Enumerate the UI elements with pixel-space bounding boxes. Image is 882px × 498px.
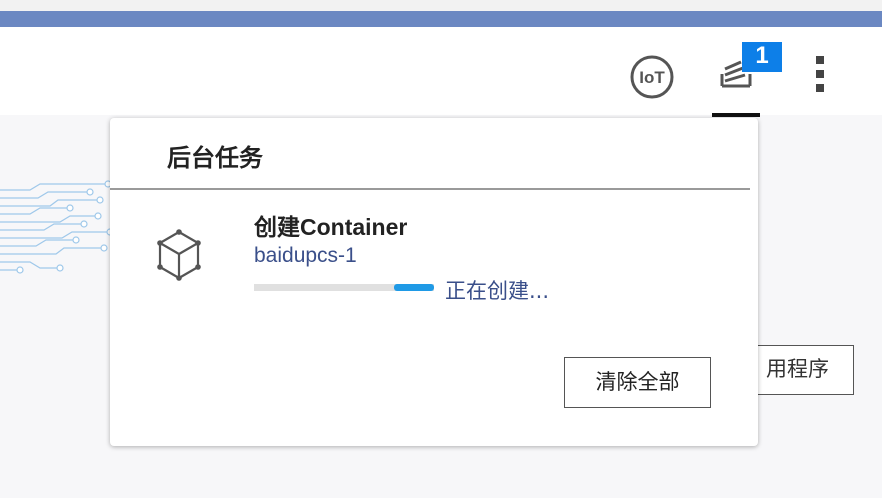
cube-icon [157, 229, 201, 281]
task-count-badge: 1 [742, 42, 782, 72]
more-options-button[interactable] [806, 52, 834, 96]
iot-icon-label: IoT [639, 68, 665, 87]
kebab-menu-icon [816, 56, 824, 92]
panel-title: 后台任务 [167, 144, 263, 172]
task-status: 正在创建... [445, 279, 550, 303]
top-color-bar [0, 11, 882, 27]
active-tab-indicator [712, 113, 760, 117]
task-name: 创建Container [254, 214, 408, 240]
background-tasks-panel: 后台任务 创建Container baidupcs-1 正在创建... 清除全部 [110, 118, 758, 446]
progress-indicator [394, 284, 434, 291]
iot-icon: IoT [630, 55, 674, 99]
clear-all-button[interactable]: 清除全部 [564, 357, 711, 408]
top-strip [0, 0, 882, 11]
panel-divider [110, 188, 750, 190]
task-subtitle: baidupcs-1 [254, 244, 357, 267]
iot-button[interactable]: IoT [629, 54, 675, 100]
circuit-decoration [0, 180, 114, 274]
